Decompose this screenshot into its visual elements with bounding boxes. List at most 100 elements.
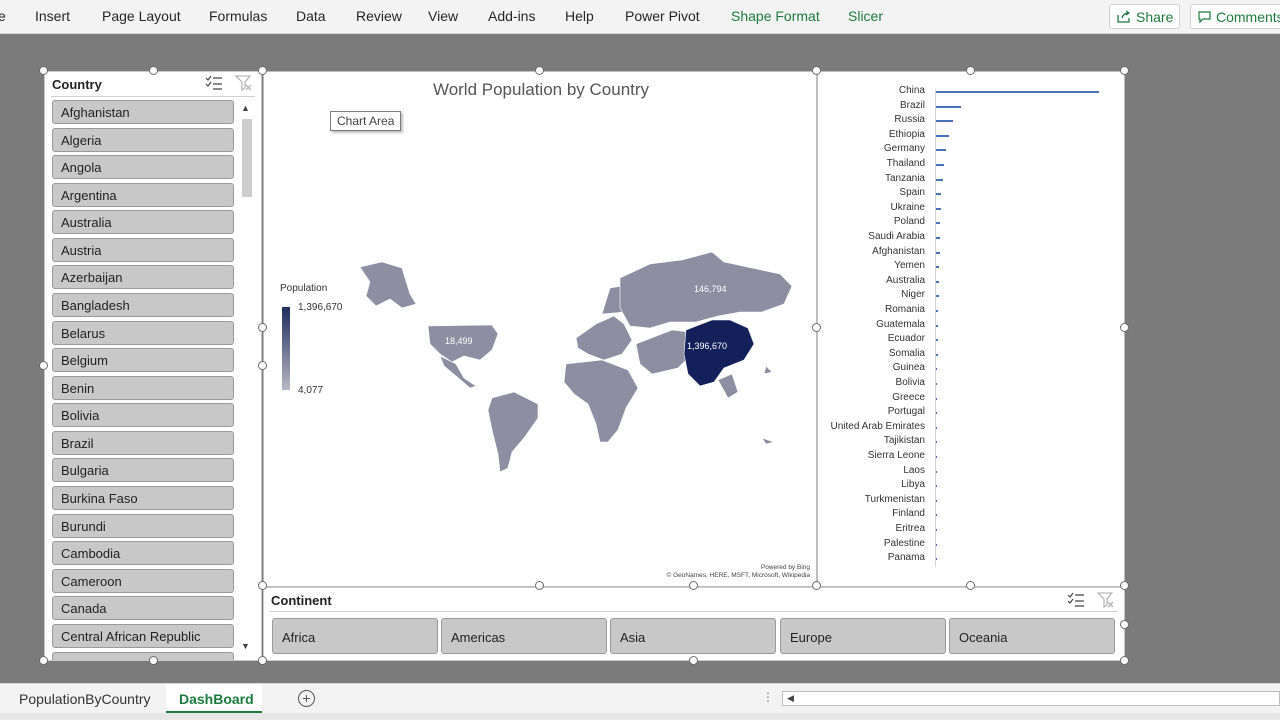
multi-select-icon[interactable] bbox=[205, 75, 223, 91]
bar[interactable] bbox=[936, 543, 937, 546]
tab-formulas[interactable]: Formulas bbox=[209, 8, 267, 24]
sheet-tab-populationbycountry[interactable]: PopulationByCountry bbox=[19, 691, 151, 707]
resize-handle[interactable] bbox=[966, 66, 975, 75]
continent-item-oceania[interactable]: Oceania bbox=[949, 618, 1115, 654]
bar[interactable] bbox=[936, 441, 938, 444]
resize-handle[interactable] bbox=[258, 361, 267, 370]
bar[interactable] bbox=[936, 499, 937, 502]
scroll-left-icon[interactable]: ◀ bbox=[787, 693, 794, 704]
country-item[interactable]: Brazil bbox=[52, 431, 234, 455]
bar[interactable] bbox=[936, 412, 938, 415]
bar[interactable] bbox=[936, 514, 937, 517]
continent-item-americas[interactable]: Americas bbox=[441, 618, 607, 654]
bar[interactable] bbox=[936, 251, 941, 254]
scroll-up-icon[interactable]: ▲ bbox=[241, 103, 250, 113]
population-bar-chart[interactable]: China Brazil Russia Ethiopia Germany Thailand… bbox=[817, 71, 1125, 587]
bar[interactable] bbox=[936, 134, 950, 137]
clear-filter-icon[interactable] bbox=[1097, 592, 1114, 608]
bar[interactable] bbox=[936, 193, 942, 196]
resize-handle[interactable] bbox=[1120, 323, 1129, 332]
bar[interactable] bbox=[936, 339, 939, 342]
slicer-scrollbar[interactable]: ▲ ▼ bbox=[238, 101, 254, 654]
resize-handle[interactable] bbox=[535, 581, 544, 590]
bar[interactable] bbox=[936, 207, 942, 210]
bar[interactable] bbox=[936, 456, 937, 458]
country-item[interactable]: Australia bbox=[52, 210, 234, 234]
bar[interactable] bbox=[936, 91, 1099, 93]
resize-handle[interactable] bbox=[149, 66, 158, 75]
add-sheet-icon[interactable]: + bbox=[298, 690, 315, 707]
resize-handle[interactable] bbox=[258, 66, 267, 75]
bar[interactable] bbox=[936, 485, 937, 488]
resize-handle[interactable] bbox=[39, 656, 48, 665]
resize-handle[interactable] bbox=[689, 656, 698, 665]
bar[interactable] bbox=[936, 383, 938, 385]
country-item[interactable]: Central African Republic bbox=[52, 624, 234, 648]
bar[interactable] bbox=[936, 353, 938, 356]
resize-handle[interactable] bbox=[39, 361, 48, 370]
resize-handle[interactable] bbox=[812, 66, 821, 75]
bar[interactable] bbox=[936, 178, 943, 181]
bar[interactable] bbox=[936, 310, 939, 312]
tab-insert[interactable]: Insert bbox=[35, 8, 70, 24]
bar[interactable] bbox=[936, 397, 938, 400]
country-item[interactable]: Burundi bbox=[52, 514, 234, 538]
resize-handle[interactable] bbox=[258, 581, 267, 590]
bar[interactable] bbox=[936, 558, 937, 561]
tab-review[interactable]: Review bbox=[356, 8, 402, 24]
country-item[interactable] bbox=[52, 652, 234, 660]
resize-handle[interactable] bbox=[689, 581, 698, 590]
resize-handle[interactable] bbox=[149, 656, 158, 665]
resize-handle[interactable] bbox=[1120, 620, 1129, 629]
sheet-tab-dashboard[interactable]: DashBoard bbox=[179, 691, 254, 707]
country-item[interactable]: Bulgaria bbox=[52, 458, 234, 482]
country-item[interactable]: Belarus bbox=[52, 321, 234, 345]
bar[interactable] bbox=[936, 120, 954, 123]
country-item[interactable]: Algeria bbox=[52, 128, 234, 152]
resize-handle[interactable] bbox=[258, 656, 267, 665]
resize-handle[interactable] bbox=[1120, 581, 1129, 590]
bar[interactable] bbox=[936, 529, 937, 531]
continent-item-europe[interactable]: Europe bbox=[780, 618, 946, 654]
tab-split-handle[interactable]: ⋮ bbox=[762, 690, 774, 704]
bar[interactable] bbox=[936, 426, 938, 429]
resize-handle[interactable] bbox=[39, 66, 48, 75]
country-item[interactable]: Austria bbox=[52, 238, 234, 262]
continent-item-asia[interactable]: Asia bbox=[610, 618, 776, 654]
continent-item-africa[interactable]: Africa bbox=[272, 618, 438, 654]
bar[interactable] bbox=[936, 280, 939, 283]
tab-view[interactable]: View bbox=[428, 8, 458, 24]
country-item[interactable]: Azerbaijan bbox=[52, 265, 234, 289]
tab-help[interactable]: Help bbox=[565, 8, 594, 24]
resize-handle[interactable] bbox=[966, 581, 975, 590]
resize-handle[interactable] bbox=[1120, 66, 1129, 75]
tab-data[interactable]: Data bbox=[296, 8, 326, 24]
country-item[interactable]: Bolivia bbox=[52, 403, 234, 427]
tab-slicer[interactable]: Slicer bbox=[848, 8, 883, 24]
world-map[interactable] bbox=[352, 204, 812, 484]
multi-select-icon[interactable] bbox=[1067, 592, 1085, 608]
country-item[interactable]: Cameroon bbox=[52, 569, 234, 593]
country-item[interactable]: Belgium bbox=[52, 348, 234, 372]
horizontal-scrollbar[interactable]: ◀ bbox=[782, 691, 1280, 706]
comments-button[interactable]: Comments bbox=[1190, 4, 1280, 29]
bar[interactable] bbox=[936, 164, 945, 166]
bar[interactable] bbox=[936, 105, 961, 108]
bar[interactable] bbox=[936, 470, 937, 473]
resize-handle[interactable] bbox=[535, 66, 544, 75]
scroll-thumb[interactable] bbox=[242, 119, 252, 197]
country-item[interactable]: Bangladesh bbox=[52, 293, 234, 317]
tab-add-ins[interactable]: Add-ins bbox=[488, 8, 535, 24]
resize-handle[interactable] bbox=[1120, 656, 1129, 665]
bar[interactable] bbox=[936, 222, 941, 225]
bar[interactable] bbox=[936, 324, 938, 327]
resize-handle[interactable] bbox=[812, 581, 821, 590]
bar[interactable] bbox=[936, 237, 940, 239]
bar[interactable] bbox=[936, 266, 940, 269]
country-item[interactable]: Burkina Faso bbox=[52, 486, 234, 510]
country-item[interactable]: Angola bbox=[52, 155, 234, 179]
map-chart[interactable]: World Population by Country Chart Area P… bbox=[263, 71, 817, 587]
country-item[interactable]: Benin bbox=[52, 376, 234, 400]
scroll-down-icon[interactable]: ▼ bbox=[241, 641, 250, 651]
tab-power-pivot[interactable]: Power Pivot bbox=[625, 8, 700, 24]
